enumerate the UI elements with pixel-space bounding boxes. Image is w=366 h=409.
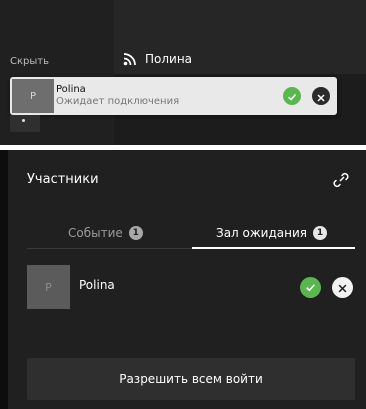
approve-button[interactable] <box>283 87 301 105</box>
active-speaker: Полина <box>123 52 192 66</box>
close-icon <box>317 87 325 106</box>
approve-button[interactable] <box>300 277 321 298</box>
tab-label: Событие <box>68 226 123 240</box>
admit-all-button[interactable]: Разрешить всем войти <box>27 358 355 400</box>
tab-label: Зал ожидания <box>216 226 307 240</box>
check-icon <box>305 278 316 297</box>
speaker-name: Полина <box>145 52 193 66</box>
avatar: P <box>12 79 54 113</box>
participant-row: P Polina <box>27 265 357 309</box>
deny-button[interactable] <box>312 87 330 105</box>
close-icon <box>338 278 347 297</box>
join-request-toast: P Polina Ожидает подключения <box>10 77 337 115</box>
toast-status: Ожидает подключения <box>56 96 180 107</box>
link-icon[interactable] <box>331 170 351 190</box>
panel-title: Участники <box>27 172 99 187</box>
participants-panel: Участники Событие 1 Зал ожидания 1 P Pol… <box>0 150 366 409</box>
rss-icon <box>123 52 137 66</box>
active-tab-indicator <box>192 247 355 249</box>
tab-event[interactable]: Событие 1 <box>68 218 143 248</box>
tab-count-badge: 1 <box>313 226 327 240</box>
tab-waiting-room[interactable]: Зал ожидания 1 <box>216 218 327 248</box>
self-view-thumbnail[interactable] <box>10 115 40 132</box>
hide-button[interactable]: Скрыть <box>10 56 49 67</box>
top-panel: Скрыть Полина P Polina Ожидает подключен… <box>0 0 366 145</box>
check-icon <box>287 87 297 106</box>
avatar: P <box>27 265 70 309</box>
toast-user-name: Polina <box>56 84 86 95</box>
panel-edge <box>0 150 8 409</box>
tab-count-badge: 1 <box>128 226 143 240</box>
participant-name: Polina <box>79 278 115 292</box>
deny-button[interactable] <box>332 277 353 298</box>
